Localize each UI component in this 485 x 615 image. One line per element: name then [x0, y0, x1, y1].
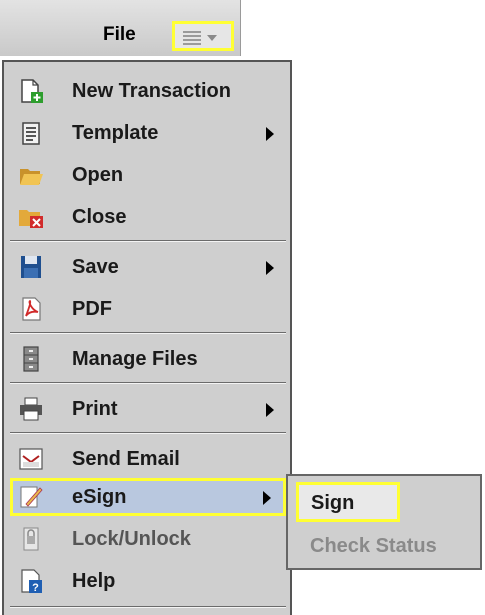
- open-folder-icon: [20, 169, 43, 185]
- menu-item-label: Save: [72, 256, 119, 278]
- menu-item-label: Help: [72, 570, 116, 592]
- menu-separator: [10, 240, 286, 242]
- submenu-item-check-status[interactable]: Check Status: [310, 535, 437, 558]
- menu-item-label: Lock/Unlock: [72, 528, 191, 550]
- esign-submenu: Sign Check Status: [286, 474, 482, 570]
- lock-icon: [23, 527, 39, 551]
- submenu-arrow-icon: [263, 491, 271, 505]
- list-dropdown-icon: [183, 31, 217, 45]
- menu-item-lock-unlock[interactable]: Lock/Unlock: [10, 520, 286, 558]
- menu-item-label: Template: [72, 122, 159, 144]
- floppy-disk-icon: [21, 256, 41, 278]
- help-icon: ?: [21, 569, 42, 594]
- pdf-icon: [22, 297, 41, 321]
- menu-item-label: Manage Files: [72, 348, 198, 370]
- close-folder-icon: [19, 210, 43, 228]
- menu-separator: [10, 432, 286, 434]
- template-icon: [22, 122, 40, 145]
- printer-icon: [20, 397, 42, 421]
- submenu-arrow-icon: [266, 127, 274, 141]
- menu-item-send-email[interactable]: Send Email: [10, 440, 286, 478]
- menu-item-open[interactable]: Open: [10, 156, 286, 194]
- menu-item-save[interactable]: Save: [10, 248, 286, 286]
- menu-separator: [10, 382, 286, 384]
- menu-item-esign[interactable]: eSign: [10, 478, 286, 516]
- menu-item-help[interactable]: ? Help: [10, 562, 286, 600]
- submenu-item-label: Sign: [311, 492, 355, 514]
- menu-item-label: Print: [72, 398, 118, 420]
- menu-separator: [10, 606, 286, 608]
- pen-sign-icon: [20, 486, 43, 508]
- menu-item-label: PDF: [72, 298, 112, 320]
- file-cabinet-icon: [23, 346, 39, 372]
- submenu-arrow-icon: [266, 261, 274, 275]
- menu-item-manage-files[interactable]: Manage Files: [10, 340, 286, 378]
- file-dropdown-menu: New Transaction Template Open Close Save…: [2, 60, 292, 615]
- menu-item-new-transaction[interactable]: New Transaction: [10, 72, 286, 110]
- menu-dropdown-button[interactable]: [172, 21, 234, 51]
- submenu-item-sign[interactable]: Sign: [296, 482, 400, 522]
- menu-item-label: Close: [72, 206, 127, 228]
- file-menu-label[interactable]: File: [103, 24, 136, 46]
- menu-item-label: Send Email: [72, 448, 180, 470]
- menu-item-pdf[interactable]: PDF: [10, 290, 286, 328]
- menu-item-close[interactable]: Close: [10, 198, 286, 236]
- new-transaction-icon: [21, 79, 43, 103]
- svg-text:?: ?: [32, 582, 39, 594]
- menu-item-template[interactable]: Template: [10, 114, 286, 152]
- submenu-arrow-icon: [266, 403, 274, 417]
- menu-item-label: eSign: [72, 486, 127, 508]
- file-toolbar: File: [0, 0, 241, 56]
- menu-item-label: Open: [72, 164, 124, 186]
- menu-item-label: New Transaction: [72, 80, 231, 102]
- menu-separator: [10, 332, 286, 334]
- menu-item-print[interactable]: Print: [10, 390, 286, 428]
- email-icon: [19, 448, 43, 470]
